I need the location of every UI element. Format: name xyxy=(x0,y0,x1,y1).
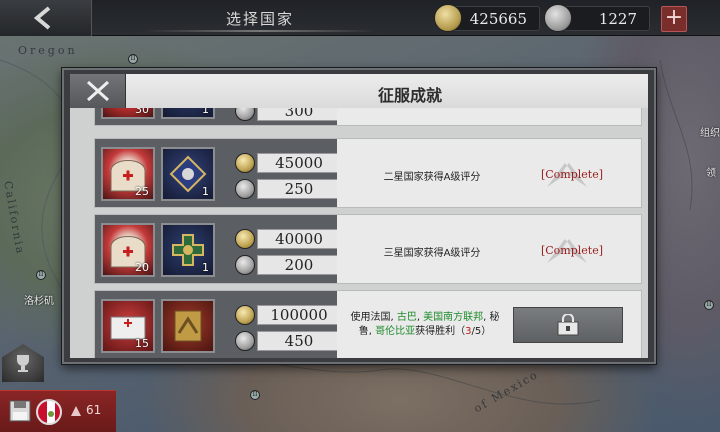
title-underline xyxy=(145,30,375,32)
medal-coin-icon xyxy=(235,108,255,121)
condition-panel: 二星国家获得A级评分 [Complete] xyxy=(337,139,641,207)
gold-reward-amount: 100000 xyxy=(235,305,341,325)
medal-reward-amount: 200 xyxy=(235,255,341,275)
gold-amount: 45000 xyxy=(257,153,341,173)
reward-count: 15 xyxy=(135,337,149,350)
chevron-left-icon xyxy=(33,6,51,30)
reward-count: 1 xyxy=(202,185,209,198)
achievement-list[interactable]: 30 1 300 25 1 45000 250 二星国家获得A级评分 [Comp… xyxy=(70,108,648,358)
medal-reward: 1 xyxy=(161,147,215,201)
reward-count: 1 xyxy=(202,261,209,274)
country-csa: 美国南方联邦 xyxy=(423,312,484,323)
gold-amount: 100000 xyxy=(257,305,341,325)
medal-reward: 1 xyxy=(161,223,215,277)
medal-reward: 1 xyxy=(161,108,215,119)
floppy-disk-icon xyxy=(9,400,31,422)
country-colombia: 哥伦比亚 xyxy=(375,326,416,337)
medal-amount: 450 xyxy=(257,331,341,351)
condition-panel: 使用法国, 古巴, 美国南方联邦, 秘鲁, 哥伦比亚获得胜利（3/5） xyxy=(337,291,641,358)
desc-text: 使用法国, xyxy=(350,312,397,323)
gold-reward-amount: 40000 xyxy=(235,229,341,249)
desc-text: 获得胜利（ xyxy=(415,326,466,337)
nation-flag-peru[interactable] xyxy=(36,399,62,425)
status-complete: [Complete] xyxy=(540,168,604,181)
gold-coin-icon xyxy=(235,229,255,249)
unit-count: 61 xyxy=(86,403,102,417)
medal-reward-amount: 300 xyxy=(235,108,341,121)
reward-panel: 20 1 40000 200 xyxy=(95,215,341,283)
medal-reward-amount: 450 xyxy=(235,331,341,351)
achievement-row: 20 1 40000 200 三星国家获得A级评分 [Complete] xyxy=(94,214,642,284)
medic-helmet-reward: 30 xyxy=(101,108,155,119)
reward-panel: 25 1 45000 250 xyxy=(95,139,341,207)
reward-count: 20 xyxy=(135,261,149,274)
modal-title: 征服成就 xyxy=(377,86,442,105)
reward-count: 1 xyxy=(202,108,209,116)
top-bar: 选择国家 425665 1227 + xyxy=(0,0,720,36)
achievement-row: 25 1 45000 250 二星国家获得A级评分 [Complete] xyxy=(94,138,642,208)
medal-amount: 300 xyxy=(257,108,341,121)
peru-flag-icon xyxy=(38,401,60,423)
achievement-description: 二星国家获得A级评分 xyxy=(383,172,481,183)
reward-panel: 15 100000 450 xyxy=(95,291,341,358)
gold-coin-icon xyxy=(235,153,255,173)
lock-chest-icon xyxy=(557,314,579,336)
medkit-reward: 15 xyxy=(101,299,155,353)
medal-amount: 1227 xyxy=(598,9,637,28)
reward-count: 25 xyxy=(135,185,149,198)
medal-coin-icon xyxy=(235,179,255,199)
claim-reward-button[interactable] xyxy=(513,307,623,343)
achievement-description: 三星国家获得A级评分 xyxy=(383,248,481,259)
medal-amount: 200 xyxy=(257,255,341,275)
soldier-icon xyxy=(71,406,81,416)
modal-header: 征服成就 xyxy=(70,74,648,108)
medal-reward-amount: 250 xyxy=(235,179,341,199)
close-button[interactable] xyxy=(70,74,126,108)
gold-amount: 40000 xyxy=(257,229,341,249)
country-cuba: 古巴 xyxy=(396,312,417,323)
medal-coin-icon xyxy=(235,331,255,351)
bottom-hud: 61 xyxy=(0,390,116,432)
gold-reward-amount: 45000 xyxy=(235,153,341,173)
gold-coin-icon xyxy=(434,4,462,32)
achievement-row: 15 100000 450 使用法国, 古巴, 美国南方联邦, 秘鲁, 哥伦比亚… xyxy=(94,290,642,358)
desc-text: /5） xyxy=(471,326,492,337)
medal-coin-icon xyxy=(235,255,255,275)
medal-amount: 250 xyxy=(257,179,341,199)
condition-panel xyxy=(337,108,641,125)
status-complete: [Complete] xyxy=(540,244,604,257)
desc-text: , 秘 xyxy=(483,312,500,323)
gold-amount: 425665 xyxy=(469,9,527,28)
reward-panel: 30 1 300 xyxy=(95,108,341,125)
close-icon xyxy=(86,80,109,102)
save-button[interactable] xyxy=(8,399,32,423)
add-currency-button[interactable]: + xyxy=(661,6,687,32)
condition-panel: 三星国家获得A级评分 [Complete] xyxy=(337,215,641,283)
achievement-row: 30 1 300 xyxy=(94,108,642,126)
back-button[interactable] xyxy=(0,0,92,36)
medic-helmet-reward: 20 xyxy=(101,223,155,277)
officer-badge-reward xyxy=(161,299,215,353)
page-title: 选择国家 xyxy=(225,10,294,28)
officer-badge-icon xyxy=(174,310,202,342)
reward-count: 30 xyxy=(135,108,149,116)
medal-coin-icon xyxy=(544,4,572,32)
achievement-description: 使用法国, 古巴, 美国南方联邦, 秘鲁, 哥伦比亚获得胜利（3/5） xyxy=(343,311,507,339)
desc-text: 鲁, xyxy=(358,326,376,337)
trophy-icon xyxy=(17,355,29,372)
gold-coin-icon xyxy=(235,305,255,325)
medic-helmet-reward: 25 xyxy=(101,147,155,201)
